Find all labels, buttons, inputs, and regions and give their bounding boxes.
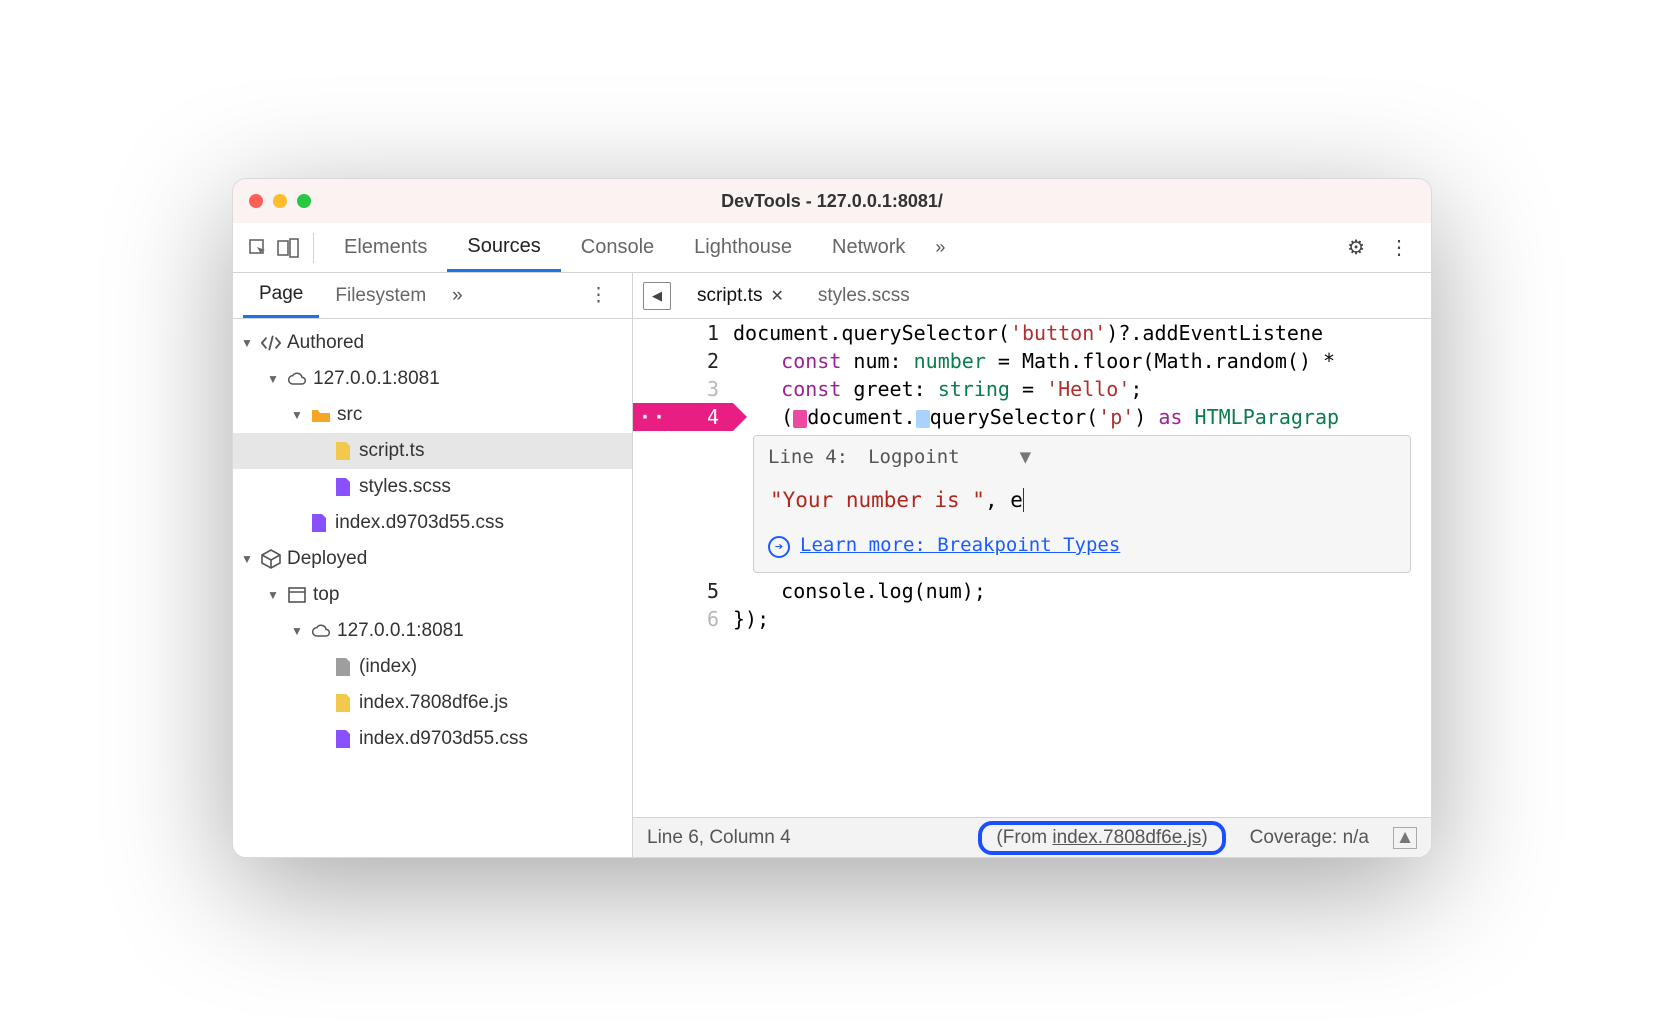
tree-file-script[interactable]: script.ts [233,433,632,469]
titlebar: DevTools - 127.0.0.1:8081/ [233,179,1431,223]
source-mapped-from: (From index.7808df6e.js) [978,821,1225,855]
zoom-window-button[interactable] [297,194,311,208]
cloud-icon [287,369,307,389]
tree-label: index.7808df6e.js [359,692,508,714]
window-controls [249,194,311,208]
logpoint-expression-input[interactable]: "Your number is ", e​ [768,482,1396,518]
navigator-more-icon[interactable]: » [442,285,473,307]
file-css-icon [333,477,353,497]
chevron-down-icon[interactable]: ▼ [1020,446,1031,468]
tree-file-index[interactable]: (index) [233,649,632,685]
more-tabs-icon[interactable]: » [925,237,955,258]
frame-icon [287,585,307,605]
gutter[interactable]: 3 [633,375,733,403]
code-line: (document.querySelector('p') as HTMLPara… [733,403,1431,431]
tab-elements[interactable]: Elements [324,223,447,272]
close-window-button[interactable] [249,194,263,208]
editor-tab-label: script.ts [697,285,762,307]
gutter[interactable]: 2 [633,347,733,375]
tree-host[interactable]: ▼ 127.0.0.1:8081 [233,613,632,649]
gutter[interactable]: 6 [633,605,733,633]
tab-sources[interactable]: Sources [447,223,560,272]
more-menu-icon[interactable]: ⋮ [1377,235,1421,260]
cursor-position: Line 6, Column 4 [647,827,791,849]
tab-console[interactable]: Console [561,223,674,272]
logpoint-line-label: Line 4: [768,446,848,468]
editor-statusbar: Line 6, Column 4 (From index.7808df6e.js… [633,817,1431,857]
divider [313,233,314,263]
tree-file-styles[interactable]: styles.scss [233,469,632,505]
coverage-status: Coverage: n/a [1250,827,1369,849]
tree-label: 127.0.0.1:8081 [313,368,440,390]
tree-file-indexcss[interactable]: index.d9703d55.css [233,505,632,541]
device-icon[interactable] [273,238,303,258]
nav-back-icon[interactable]: ◀ [643,282,671,310]
tree-label: Authored [287,332,364,354]
file-css-icon [333,729,353,749]
marker-icon [916,410,930,428]
file-js-icon [333,441,353,461]
tree-file-js[interactable]: index.7808df6e.js [233,685,632,721]
tree-group-authored[interactable]: ▼ Authored [233,325,632,361]
inspect-icon[interactable] [243,238,273,258]
gutter[interactable]: 1 [633,319,733,347]
tree-label: index.d9703d55.css [335,512,504,534]
info-icon: ➔ [768,536,790,558]
code-line: const num: number = Math.floor(Math.rand… [733,347,1431,375]
editor-area: ◀ script.ts ✕ styles.scss 1 document.que… [633,273,1431,857]
navigator-tab-filesystem[interactable]: Filesystem [319,273,442,318]
navigator-tab-page[interactable]: Page [243,273,319,318]
gutter-logpoint[interactable]: 4 [633,403,733,431]
navigator-menu-icon[interactable]: ⋮ [575,284,622,307]
tab-lighthouse[interactable]: Lighthouse [674,223,812,272]
learn-more-link[interactable]: Learn more: Breakpoint Types [800,534,1120,556]
tab-network[interactable]: Network [812,223,925,272]
file-tree: ▼ Authored ▼ 127.0.0.1:8081 ▼ [233,319,632,857]
gutter[interactable]: 5 [633,577,733,605]
marker-icon [793,410,807,428]
code-line: const greet: string = 'Hello'; [733,375,1431,403]
code-editor[interactable]: 1 document.querySelector('button')?.addE… [633,319,1431,817]
tree-label: src [337,404,362,426]
editor-tabs: ◀ script.ts ✕ styles.scss [633,273,1431,319]
window-title: DevTools - 127.0.0.1:8081/ [233,191,1431,212]
tree-label: script.ts [359,440,424,462]
code-line: console.log(num); [733,577,1431,605]
minimize-window-button[interactable] [273,194,287,208]
tree-label: top [313,584,339,606]
file-icon [333,657,353,677]
sources-navigator: Page Filesystem » ⋮ ▼ Authored ▼ [233,273,633,857]
tree-label: index.d9703d55.css [359,728,528,750]
source-map-link[interactable]: index.7808df6e.js [1052,827,1201,848]
logpoint-panel: Line 4: Logpoint ▼ "Your number is ", e​… [753,435,1411,573]
devtools-window: DevTools - 127.0.0.1:8081/ Elements Sour… [232,178,1432,858]
tree-group-deployed[interactable]: ▼ Deployed [233,541,632,577]
editor-tab-script[interactable]: script.ts ✕ [689,285,792,307]
tree-label: (index) [359,656,417,678]
folder-icon [311,405,331,425]
tree-host[interactable]: ▼ 127.0.0.1:8081 [233,361,632,397]
tree-folder-src[interactable]: ▼ src [233,397,632,433]
code-line: document.querySelector('button')?.addEve… [733,319,1431,347]
tree-frame-top[interactable]: ▼ top [233,577,632,613]
cloud-icon [311,621,331,641]
code-icon [261,333,281,353]
tree-label: Deployed [287,548,367,570]
main-tabs: Elements Sources Console Lighthouse Netw… [233,223,1431,273]
code-line: }); [733,605,1431,633]
breakpoint-type-select[interactable]: Logpoint [868,446,960,468]
tree-file-css2[interactable]: index.d9703d55.css [233,721,632,757]
settings-icon[interactable]: ⚙ [1335,235,1377,260]
package-icon [261,549,281,569]
navigator-tabs: Page Filesystem » ⋮ [233,273,632,319]
tree-label: styles.scss [359,476,451,498]
tree-label: 127.0.0.1:8081 [337,620,464,642]
editor-tab-styles[interactable]: styles.scss [810,285,918,307]
show-drawer-icon[interactable]: ▲ [1393,827,1417,849]
file-css-icon [309,513,329,533]
editor-tab-label: styles.scss [818,285,910,307]
close-icon[interactable]: ✕ [770,286,783,306]
file-js-icon [333,693,353,713]
